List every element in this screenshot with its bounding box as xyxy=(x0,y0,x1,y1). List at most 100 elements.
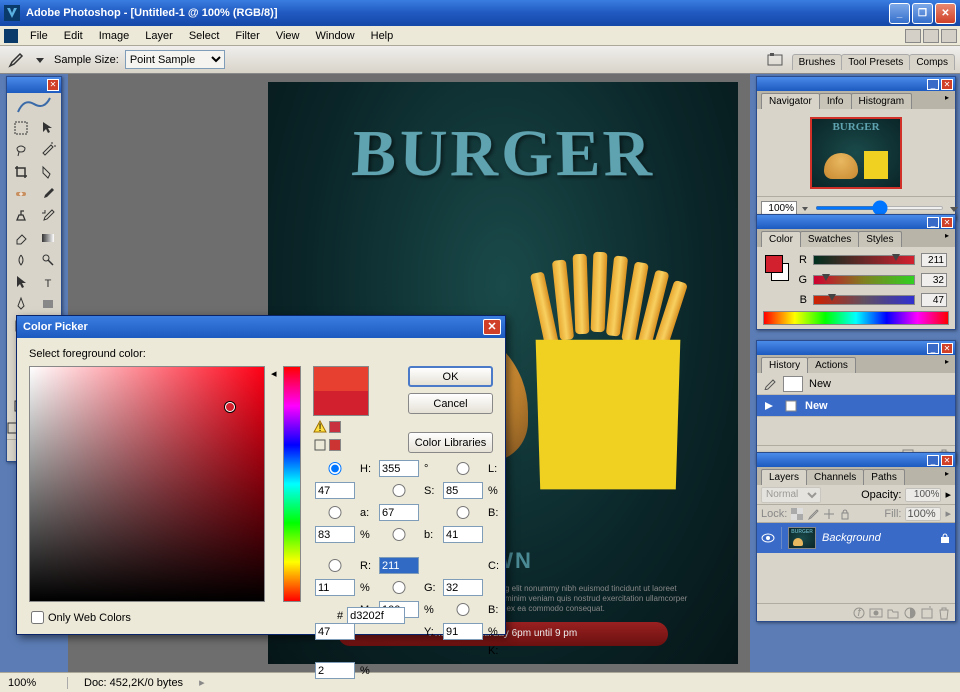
r-slider[interactable] xyxy=(813,255,915,265)
cancel-button[interactable]: Cancel xyxy=(408,393,493,414)
doc-close-button[interactable] xyxy=(941,29,957,43)
layer-style-icon[interactable]: f xyxy=(852,606,866,620)
tool-gradient[interactable] xyxy=(34,227,61,249)
h-radio[interactable] xyxy=(315,462,355,475)
menu-filter[interactable]: Filter xyxy=(227,28,267,44)
lock-pixels-icon[interactable] xyxy=(807,508,819,520)
tool-rectangle[interactable] xyxy=(34,293,61,315)
palette-minimize-icon[interactable]: _ xyxy=(927,217,939,228)
new-layer-icon[interactable] xyxy=(920,606,934,620)
tab-brushes[interactable]: Brushes xyxy=(792,54,843,70)
tab-styles[interactable]: Styles xyxy=(858,231,901,247)
opacity-input[interactable] xyxy=(905,488,941,502)
b-hsb-radio[interactable] xyxy=(443,506,483,519)
a-input[interactable] xyxy=(379,504,419,521)
history-state-row[interactable]: New xyxy=(757,395,955,417)
palette-menu-icon[interactable]: ▸ xyxy=(941,469,953,481)
palette-minimize-icon[interactable]: _ xyxy=(927,455,939,466)
menu-help[interactable]: Help xyxy=(363,28,402,44)
toolbox-header[interactable]: ✕ xyxy=(7,77,61,93)
palette-close-icon[interactable]: ✕ xyxy=(941,455,953,466)
tool-slice[interactable] xyxy=(34,161,61,183)
status-doc-size[interactable]: Doc: 452,2K/0 bytes xyxy=(84,677,183,689)
photoshop-logo-icon[interactable] xyxy=(7,93,61,117)
history-source-icon[interactable] xyxy=(761,377,777,391)
tool-brush[interactable] xyxy=(34,183,61,205)
k-input[interactable] xyxy=(315,662,355,679)
tool-pen[interactable] xyxy=(7,293,34,315)
tool-clone-stamp[interactable] xyxy=(7,205,34,227)
layer-set-icon[interactable] xyxy=(886,606,900,620)
navigator-header[interactable]: _✕ xyxy=(757,77,955,91)
b-value-input[interactable] xyxy=(921,293,947,307)
layers-header[interactable]: _✕ xyxy=(757,453,955,467)
tool-rectangular-marquee[interactable] xyxy=(7,117,34,139)
y-input[interactable] xyxy=(443,623,483,640)
tool-history-brush[interactable] xyxy=(34,205,61,227)
palette-menu-icon[interactable]: ▸ xyxy=(941,231,953,243)
menu-image[interactable]: Image xyxy=(91,28,138,44)
opacity-flyout-icon[interactable]: ▸ xyxy=(945,488,951,501)
h-input[interactable] xyxy=(379,460,419,477)
g-slider[interactable] xyxy=(813,275,915,285)
color-ramp[interactable] xyxy=(763,311,949,325)
menu-edit[interactable]: Edit xyxy=(56,28,91,44)
dropdown-arrow-icon[interactable] xyxy=(36,56,44,64)
history-header[interactable]: _✕ xyxy=(757,341,955,355)
color-picker-close-button[interactable]: ✕ xyxy=(483,319,501,335)
a-radio[interactable] xyxy=(315,506,355,519)
g-input[interactable] xyxy=(443,579,483,596)
tab-actions[interactable]: Actions xyxy=(807,357,856,373)
only-web-colors-checkbox[interactable]: Only Web Colors xyxy=(31,611,131,624)
visibility-eye-icon[interactable] xyxy=(761,531,775,545)
layer-name[interactable]: Background xyxy=(822,532,933,544)
tool-blur[interactable] xyxy=(7,249,34,271)
tool-magic-wand[interactable] xyxy=(34,139,61,161)
tool-lasso[interactable] xyxy=(7,139,34,161)
menu-select[interactable]: Select xyxy=(181,28,228,44)
zoom-in-icon[interactable] xyxy=(948,202,960,214)
palette-minimize-icon[interactable]: _ xyxy=(927,79,939,90)
maximize-button[interactable]: ❐ xyxy=(912,3,933,24)
lock-position-icon[interactable] xyxy=(823,508,835,520)
tool-healing-brush[interactable] xyxy=(7,183,34,205)
tab-layers[interactable]: Layers xyxy=(761,469,807,485)
hex-input[interactable] xyxy=(347,607,405,624)
websafe-warning-icon[interactable] xyxy=(313,438,327,452)
trash-icon[interactable] xyxy=(937,606,951,620)
b-rgb-radio[interactable] xyxy=(443,603,483,616)
layer-row-background[interactable]: Background xyxy=(757,523,955,553)
tool-crop[interactable] xyxy=(7,161,34,183)
palette-menu-icon[interactable]: ▸ xyxy=(941,93,953,105)
r-value-input[interactable] xyxy=(921,253,947,267)
r-radio[interactable] xyxy=(315,559,355,572)
palette-menu-icon[interactable]: ▸ xyxy=(941,357,953,369)
tool-path-selection[interactable] xyxy=(7,271,34,293)
b-slider[interactable] xyxy=(813,295,915,305)
palette-close-icon[interactable]: ✕ xyxy=(941,343,953,354)
r-input[interactable] xyxy=(379,557,419,574)
gamut-warning-icon[interactable]: ! xyxy=(313,420,327,434)
fill-input[interactable] xyxy=(905,507,941,521)
color-header[interactable]: _✕ xyxy=(757,215,955,229)
b-hsb-input[interactable] xyxy=(315,526,355,543)
close-button[interactable]: ✕ xyxy=(935,3,956,24)
lab-b-input[interactable] xyxy=(443,526,483,543)
lock-all-icon[interactable] xyxy=(839,508,851,520)
s-radio[interactable] xyxy=(379,484,419,497)
minimize-button[interactable]: _ xyxy=(889,3,910,24)
tab-paths[interactable]: Paths xyxy=(863,469,905,485)
tool-dodge[interactable] xyxy=(34,249,61,271)
blend-mode-select[interactable]: Normal xyxy=(761,487,821,503)
menu-file[interactable]: File xyxy=(22,28,56,44)
adjustment-layer-icon[interactable] xyxy=(903,606,917,620)
b-rgb-input[interactable] xyxy=(315,623,355,640)
menu-view[interactable]: View xyxy=(268,28,308,44)
tab-channels[interactable]: Channels xyxy=(806,469,864,485)
palette-close-icon[interactable]: ✕ xyxy=(941,79,953,90)
g-value-input[interactable] xyxy=(921,273,947,287)
tool-type[interactable]: T xyxy=(34,271,61,293)
status-flyout-icon[interactable]: ▸ xyxy=(199,676,205,689)
only-web-colors-input[interactable] xyxy=(31,611,44,624)
hue-slider[interactable] xyxy=(283,366,301,602)
